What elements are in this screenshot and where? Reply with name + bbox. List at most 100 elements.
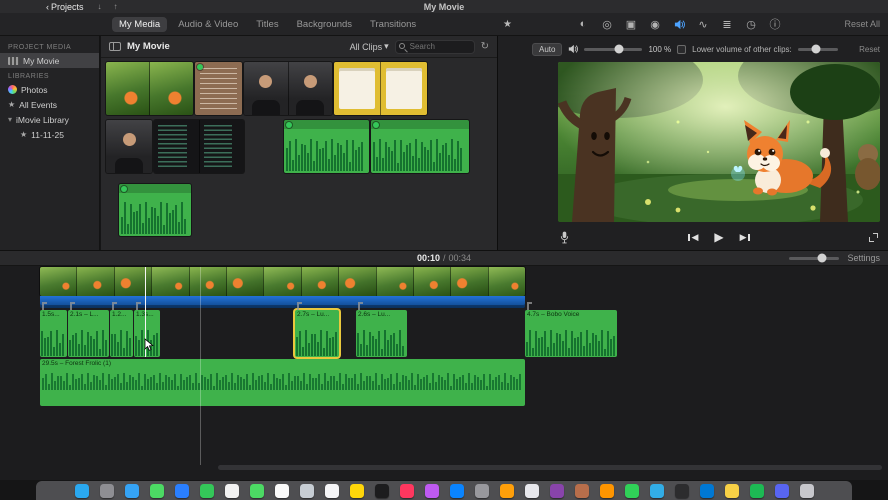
timeline-music-clip[interactable]: 29.5s – Forest Frolic (1)	[40, 359, 525, 406]
dock-app-15-icon[interactable]	[424, 483, 439, 498]
share-icon[interactable]: ↑	[114, 2, 118, 11]
color-balance-icon[interactable]: ◐	[575, 16, 591, 32]
dock-app-11-icon[interactable]	[324, 483, 339, 498]
previous-frame-button[interactable]: ◀	[688, 232, 698, 243]
dock-app-2-icon[interactable]	[99, 483, 114, 498]
refresh-icon[interactable]: ↻	[481, 41, 489, 52]
dock-app-6-icon[interactable]	[199, 483, 214, 498]
dock-app-21-icon[interactable]	[574, 483, 589, 498]
dock-app-14-icon[interactable]	[399, 483, 414, 498]
import-icon[interactable]: ↓	[98, 2, 102, 11]
media-thumb-person[interactable]	[106, 120, 152, 173]
media-thumb-audio[interactable]	[119, 184, 191, 236]
waveform	[286, 139, 367, 171]
tab-backgrounds[interactable]: Backgrounds	[290, 17, 359, 32]
enhance-wand-icon[interactable]: ★	[503, 19, 512, 30]
play-button[interactable]: ▶	[714, 230, 723, 244]
dock-app-17-icon[interactable]	[474, 483, 489, 498]
timeline-audio-clip[interactable]: 2.1s – L...	[68, 310, 109, 357]
dock-app-23-icon[interactable]	[624, 483, 639, 498]
speaker-icon[interactable]	[568, 44, 579, 54]
sidebar-item-photos[interactable]: Photos	[0, 82, 99, 97]
media-thumb-audio[interactable]	[284, 120, 369, 173]
timeline-audio-clip[interactable]: 2.7s – Lu...	[295, 310, 339, 357]
media-thumb-audio[interactable]	[371, 120, 469, 173]
sidebar-item-my-movie[interactable]: My Movie	[0, 53, 99, 68]
dock-app-12-icon[interactable]	[349, 483, 364, 498]
video-strip[interactable]	[40, 267, 525, 296]
back-to-projects-button[interactable]: ‹ Projects	[46, 2, 84, 12]
dock-app-19-icon[interactable]	[524, 483, 539, 498]
timeline-audio-clip[interactable]: 4.7s – Bobo Voice	[525, 310, 617, 357]
tab-transitions[interactable]: Transitions	[363, 17, 423, 32]
noise-reduction-icon[interactable]: ∿	[695, 16, 711, 32]
volume-value: 100 %	[648, 44, 672, 54]
dock-app-20-icon[interactable]	[549, 483, 564, 498]
media-thumb-slides[interactable]	[334, 62, 427, 115]
dock-app-18-icon[interactable]	[499, 483, 514, 498]
time-separator: /	[442, 253, 446, 263]
clip-connector	[297, 302, 302, 310]
lower-volume-slider[interactable]	[797, 44, 838, 54]
fox-forest-scene	[558, 62, 880, 222]
timeline-zoom-slider[interactable]	[789, 253, 840, 263]
dock-app-24-icon[interactable]	[649, 483, 664, 498]
reset-button[interactable]: Reset	[859, 45, 880, 54]
next-frame-button[interactable]: ▶	[740, 232, 750, 243]
media-badge	[121, 186, 127, 192]
timeline-zoom-knob[interactable]	[817, 253, 827, 263]
fullscreen-icon[interactable]	[869, 232, 878, 242]
dock-app-25-icon[interactable]	[674, 483, 689, 498]
dock-app-10-icon[interactable]	[299, 483, 314, 498]
dock-app-3-icon[interactable]	[124, 483, 139, 498]
timeline-audio-clip[interactable]: 1.5s...	[40, 310, 67, 357]
sidebar-item-all-events[interactable]: ★ All Events	[0, 97, 99, 112]
stabilization-icon[interactable]: ◉	[647, 16, 663, 32]
dock-app-13-icon[interactable]	[374, 483, 389, 498]
dock-app-9-icon[interactable]	[274, 483, 289, 498]
tab-audio-video[interactable]: Audio & Video	[171, 17, 245, 32]
film-frame	[151, 267, 189, 296]
clip-filter-dropdown[interactable]: All Clips ▾	[350, 41, 389, 52]
timeline-audio-clip[interactable]: 2.6s – Lu...	[356, 310, 407, 357]
lower-volume-knob[interactable]	[811, 44, 821, 54]
dock-app-5-icon[interactable]	[174, 483, 189, 498]
dock-app-1-icon[interactable]	[74, 483, 89, 498]
volume-slider[interactable]	[584, 44, 643, 54]
reset-all-button[interactable]: Reset All	[844, 19, 880, 29]
dock-app-8-icon[interactable]	[249, 483, 264, 498]
dock-app-22-icon[interactable]	[599, 483, 614, 498]
sidebar-item-11-11-25[interactable]: ★ 11-11-25	[0, 127, 99, 142]
volume-slider-knob[interactable]	[614, 44, 624, 54]
chevron-down-icon: ▾	[384, 41, 389, 51]
media-thumb-person[interactable]	[244, 62, 332, 115]
speed-icon[interactable]: ◷	[743, 16, 759, 32]
media-thumb-forest[interactable]	[106, 62, 193, 115]
crop-icon[interactable]: ▣	[623, 16, 639, 32]
dock-app-28-icon[interactable]	[749, 483, 764, 498]
sidebar-item-imovie-library[interactable]: ▾ iMovie Library	[0, 112, 99, 127]
sidebar-toggle-icon[interactable]	[109, 42, 121, 51]
dock-app-30-icon[interactable]	[799, 483, 814, 498]
dock-app-16-icon[interactable]	[449, 483, 464, 498]
film-frame	[263, 267, 301, 296]
microphone-icon[interactable]	[560, 231, 569, 244]
lower-volume-checkbox[interactable]	[677, 44, 687, 54]
equalizer-icon[interactable]: ≣	[719, 16, 735, 32]
volume-icon[interactable]	[671, 16, 687, 32]
timeline-audio-clip[interactable]: 1.2...	[110, 310, 133, 357]
clip-info-icon[interactable]: ⓘ	[767, 16, 783, 32]
dock-app-4-icon[interactable]	[149, 483, 164, 498]
dock-app-27-icon[interactable]	[724, 483, 739, 498]
color-correction-icon[interactable]: ◎	[599, 16, 615, 32]
settings-button[interactable]: Settings	[847, 253, 880, 263]
media-thumb-notes[interactable]	[195, 62, 242, 115]
dock-app-7-icon[interactable]	[224, 483, 239, 498]
auto-volume-button[interactable]: Auto	[532, 42, 563, 56]
dock-app-26-icon[interactable]	[699, 483, 714, 498]
horizontal-scrollbar[interactable]	[218, 465, 882, 470]
tab-titles[interactable]: Titles	[249, 17, 285, 32]
tab-my-media[interactable]: My Media	[112, 16, 168, 32]
media-thumb-code[interactable]	[154, 120, 244, 173]
dock-app-29-icon[interactable]	[774, 483, 789, 498]
